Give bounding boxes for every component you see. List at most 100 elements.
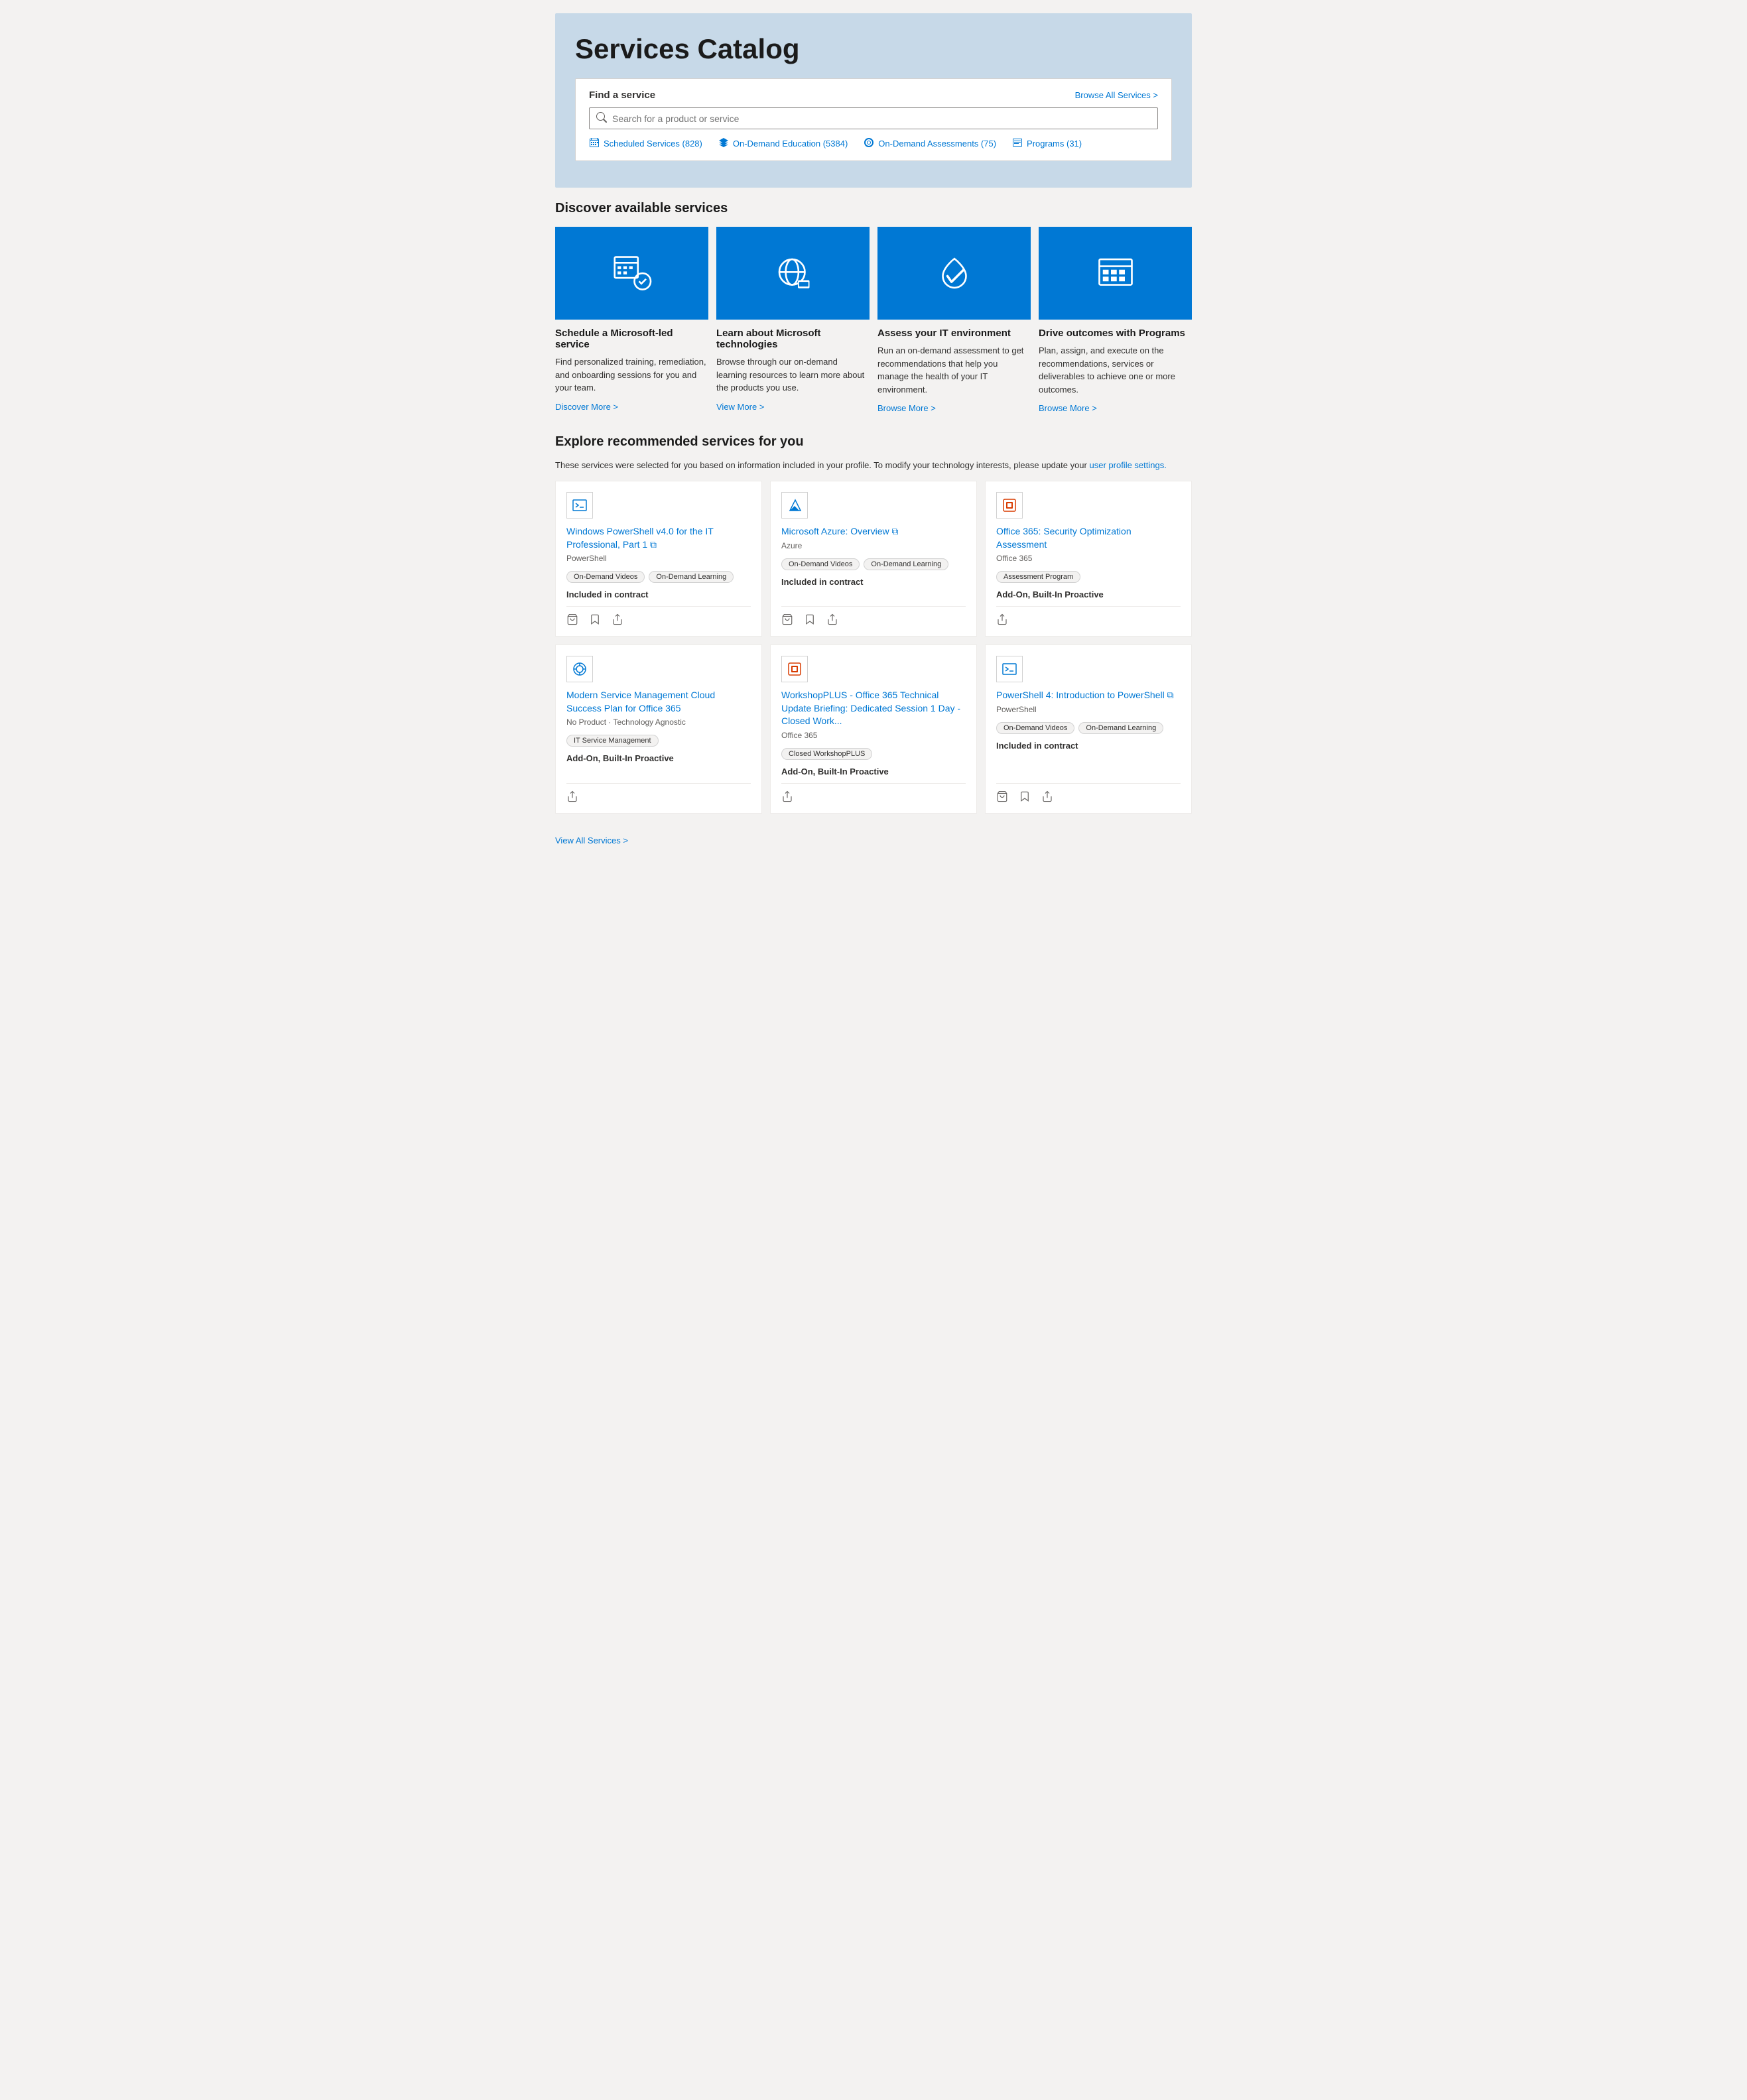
discover-more-link-4[interactable]: Browse More > — [1039, 403, 1097, 413]
share-icon-2[interactable] — [826, 613, 838, 625]
assessment-icon — [864, 137, 874, 150]
rec-card-azure: Microsoft Azure: Overview ⧉ Azure On-Dem… — [770, 481, 977, 637]
discover-card-title-1: Schedule a Microsoft-led service — [555, 328, 708, 350]
view-all-section: View All Services > — [555, 835, 1192, 845]
azure-icon — [781, 492, 808, 519]
tag-1-1: On-Demand Learning — [864, 558, 948, 570]
browse-all-services-link[interactable]: Browse All Services > — [1075, 90, 1158, 100]
rec-card-contract-4: Add-On, Built-In Proactive — [566, 753, 751, 763]
bookmark-icon-1[interactable] — [589, 613, 601, 625]
discover-card-image-programs — [1039, 227, 1192, 320]
filter-tabs: Scheduled Services (828) On-Demand Educa… — [589, 137, 1158, 150]
discover-more-link-2[interactable]: View More > — [716, 402, 764, 412]
cart-icon-6[interactable] — [996, 790, 1008, 802]
tag-4-0: Closed WorkshopPLUS — [781, 748, 872, 760]
share-icon-4[interactable] — [566, 790, 578, 802]
cart-icon-1[interactable] — [566, 613, 578, 625]
discover-card-title-2: Learn about Microsoft technologies — [716, 328, 870, 350]
discover-card-assess: Assess your IT environment Run an on-dem… — [877, 227, 1031, 413]
rec-card-subtitle-5: Office 365 — [781, 731, 966, 740]
discover-card-image-learn — [716, 227, 870, 320]
calendar-icon — [589, 137, 600, 150]
discover-more-link-1[interactable]: Discover More > — [555, 402, 618, 412]
service-mgmt-icon — [566, 656, 593, 682]
filter-education-label: On-Demand Education (5384) — [733, 139, 848, 149]
rec-card-title-4[interactable]: Modern Service Management Cloud Success … — [566, 689, 751, 715]
rec-card-subtitle-1: PowerShell — [566, 554, 751, 563]
search-label: Find a service — [589, 90, 655, 101]
rec-card-title-2[interactable]: Microsoft Azure: Overview ⧉ — [781, 525, 966, 538]
powershell4-icon — [996, 656, 1023, 682]
bookmark-icon-2[interactable] — [804, 613, 816, 625]
recommended-subtitle: These services were selected for you bas… — [555, 460, 1192, 470]
discover-card-title-3: Assess your IT environment — [877, 328, 1031, 339]
discover-card-desc-4: Plan, assign, and execute on the recomme… — [1039, 344, 1192, 396]
hero-header: Services Catalog Find a service Browse A… — [555, 13, 1192, 188]
share-icon-6[interactable] — [1041, 790, 1053, 802]
search-input-wrapper — [589, 107, 1158, 129]
office365-icon — [996, 492, 1023, 519]
powershell-icon — [566, 492, 593, 519]
discover-more-link-3[interactable]: Browse More > — [877, 403, 936, 413]
profile-settings-link[interactable]: user profile settings. — [1090, 460, 1167, 470]
tag-5-1: On-Demand Learning — [1078, 722, 1163, 734]
programs-icon — [1012, 137, 1023, 150]
rec-card-subtitle-3: Office 365 — [996, 554, 1181, 563]
discover-card-image-assess — [877, 227, 1031, 320]
filter-on-demand-education[interactable]: On-Demand Education (5384) — [718, 137, 848, 150]
rec-card-contract-1: Included in contract — [566, 589, 751, 599]
rec-card-contract-6: Included in contract — [996, 741, 1181, 751]
rec-card-title-1[interactable]: Windows PowerShell v4.0 for the IT Profe… — [566, 525, 751, 551]
filter-assessments-label: On-Demand Assessments (75) — [878, 139, 996, 149]
recommended-section-title: Explore recommended services for you — [555, 434, 1192, 450]
rec-card-contract-5: Add-On, Built-In Proactive — [781, 767, 966, 776]
discover-section-title: Discover available services — [555, 201, 1192, 216]
recommended-section: Explore recommended services for you The… — [555, 434, 1192, 814]
rec-card-footer-5 — [781, 783, 966, 802]
view-all-services-link[interactable]: View All Services > — [555, 835, 628, 845]
rec-card-title-5[interactable]: WorkshopPLUS - Office 365 Technical Upda… — [781, 689, 966, 728]
rec-card-footer-3 — [996, 606, 1181, 625]
filter-on-demand-assessments[interactable]: On-Demand Assessments (75) — [864, 137, 996, 150]
rec-card-tags-3: Assessment Program — [996, 571, 1181, 583]
share-icon-1[interactable] — [612, 613, 623, 625]
rec-card-powershell-1: Windows PowerShell v4.0 for the IT Profe… — [555, 481, 762, 637]
discover-card-programs: Drive outcomes with Programs Plan, assig… — [1039, 227, 1192, 413]
rec-card-subtitle-2: Azure — [781, 541, 966, 550]
rec-card-powershell-4: PowerShell 4: Introduction to PowerShell… — [985, 645, 1192, 814]
workshopplus-office365-icon — [781, 656, 808, 682]
rec-card-subtitle-6: PowerShell — [996, 705, 1181, 714]
search-icon — [596, 112, 607, 125]
share-icon-3[interactable] — [996, 613, 1008, 625]
discover-card-desc-1: Find personalized training, remediation,… — [555, 355, 708, 395]
discover-card-image-schedule — [555, 227, 708, 320]
filter-scheduled-label: Scheduled Services (828) — [604, 139, 702, 149]
tag-5-0: On-Demand Videos — [996, 722, 1074, 734]
search-container: Find a service Browse All Services > — [575, 78, 1172, 161]
recommended-grid: Windows PowerShell v4.0 for the IT Profe… — [555, 481, 1192, 814]
cart-icon-2[interactable] — [781, 613, 793, 625]
discover-card-desc-2: Browse through our on-demand learning re… — [716, 355, 870, 395]
tag-0-0: On-Demand Videos — [566, 571, 645, 583]
rec-card-footer-6 — [996, 783, 1181, 802]
share-icon-5[interactable] — [781, 790, 793, 802]
rec-card-tags-4: IT Service Management — [566, 735, 751, 747]
rec-card-footer-4 — [566, 783, 751, 802]
discover-grid: Schedule a Microsoft-led service Find pe… — [555, 227, 1192, 413]
rec-card-contract-3: Add-On, Built-In Proactive — [996, 589, 1181, 599]
rec-card-office365-security: Office 365: Security Optimization Assess… — [985, 481, 1192, 637]
rec-card-tags-5: Closed WorkshopPLUS — [781, 748, 966, 760]
discover-card-schedule: Schedule a Microsoft-led service Find pe… — [555, 227, 708, 413]
rec-card-tags-1: On-Demand Videos On-Demand Learning — [566, 571, 751, 583]
tag-2-0: Assessment Program — [996, 571, 1080, 583]
tag-3-0: IT Service Management — [566, 735, 659, 747]
rec-card-title-6[interactable]: PowerShell 4: Introduction to PowerShell… — [996, 689, 1181, 702]
filter-programs[interactable]: Programs (31) — [1012, 137, 1082, 150]
search-input[interactable] — [612, 113, 1151, 124]
filter-programs-label: Programs (31) — [1027, 139, 1082, 149]
bookmark-icon-6[interactable] — [1019, 790, 1031, 802]
rec-card-footer-2 — [781, 606, 966, 625]
rec-card-title-3[interactable]: Office 365: Security Optimization Assess… — [996, 525, 1181, 551]
page-title: Services Catalog — [575, 33, 1172, 65]
filter-scheduled-services[interactable]: Scheduled Services (828) — [589, 137, 702, 150]
